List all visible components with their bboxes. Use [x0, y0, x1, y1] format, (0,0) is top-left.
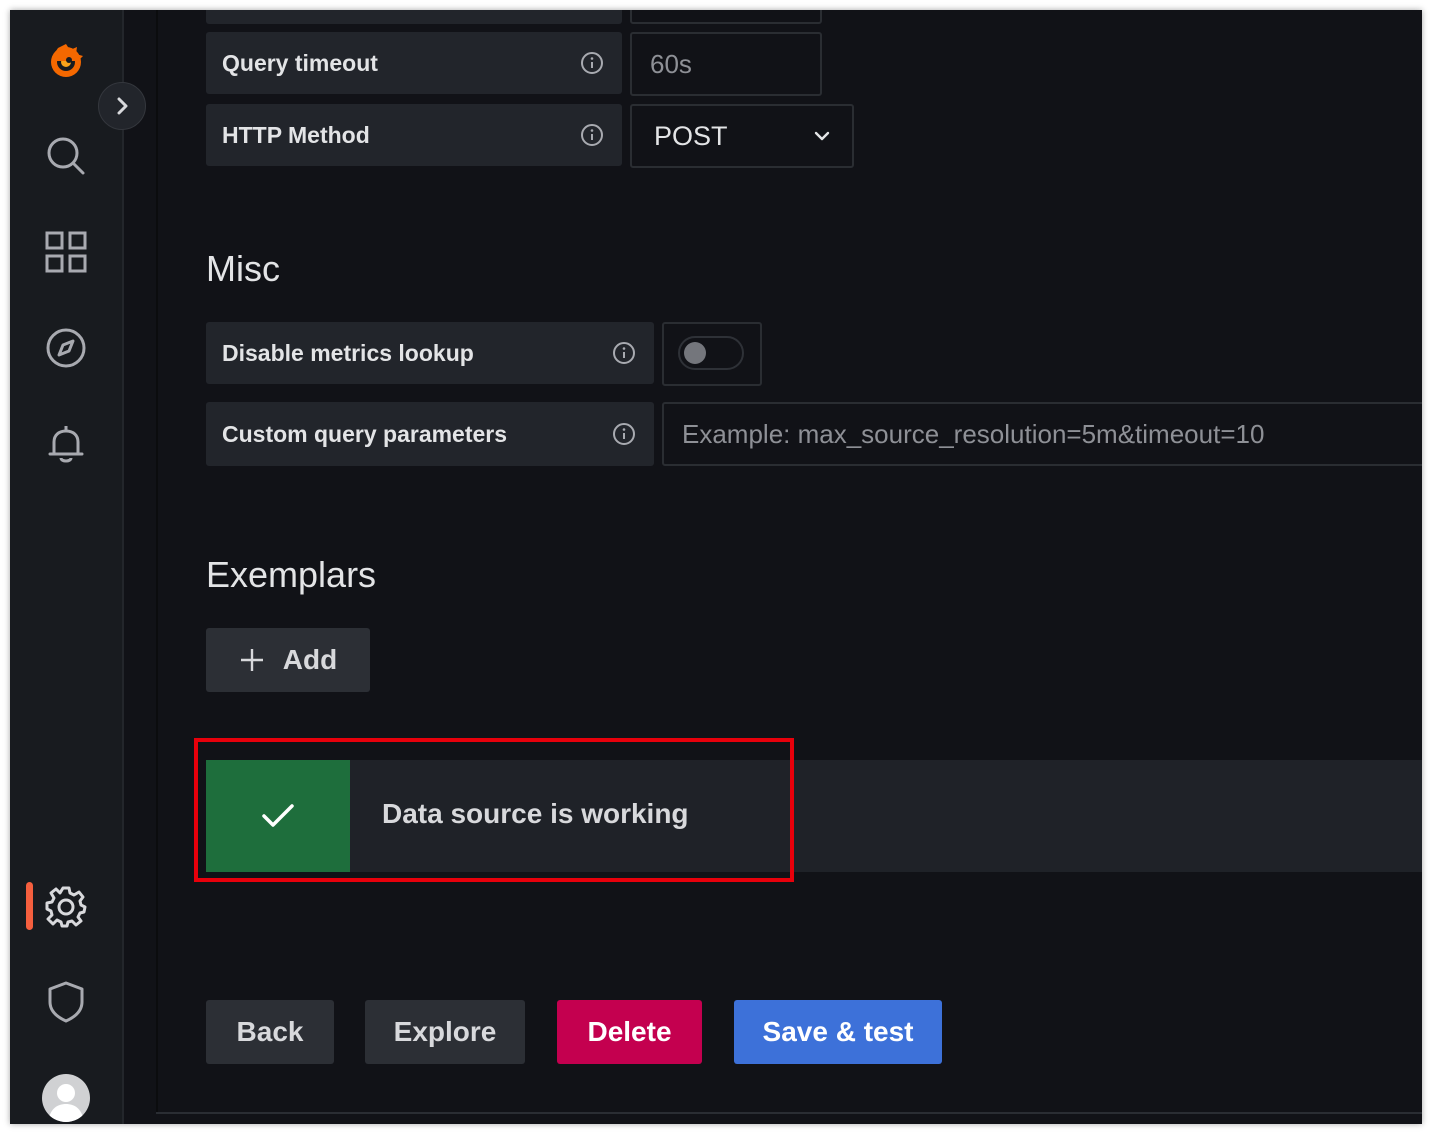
query-timeout-placeholder: 60s — [650, 48, 692, 79]
info-icon[interactable] — [612, 341, 636, 365]
server-admin-shield-icon[interactable] — [42, 978, 90, 1026]
info-icon[interactable] — [580, 123, 604, 147]
active-nav-indicator — [26, 882, 33, 930]
disable-metrics-lookup-label-text: Disable metrics lookup — [222, 339, 474, 366]
http-method-value: POST — [654, 120, 728, 151]
query-timeout-input[interactable]: 60s — [630, 32, 822, 96]
previous-field-input[interactable] — [630, 10, 822, 24]
dashboards-grid-icon[interactable] — [42, 228, 90, 276]
custom-query-parameters-placeholder: Example: max_source_resolution=5m&timeou… — [682, 418, 1265, 449]
search-icon[interactable] — [42, 132, 90, 180]
disable-metrics-lookup-label: Disable metrics lookup — [206, 322, 654, 384]
add-exemplar-button[interactable]: Add — [206, 628, 370, 692]
explore-compass-icon[interactable] — [42, 324, 90, 372]
chevron-down-icon — [814, 131, 830, 141]
annotation-highlight-box — [194, 738, 794, 882]
chevron-right-icon — [117, 97, 128, 115]
disable-metrics-lookup-toggle[interactable] — [678, 336, 744, 370]
custom-query-parameters-input[interactable]: Example: max_source_resolution=5m&timeou… — [662, 402, 1422, 466]
exemplars-section-title: Exemplars — [206, 554, 377, 595]
query-timeout-label-text: Query timeout — [222, 49, 378, 76]
query-timeout-label: Query timeout — [206, 32, 622, 94]
custom-query-parameters-label: Custom query parameters — [206, 402, 654, 466]
configuration-gear-icon[interactable] — [42, 882, 90, 930]
info-icon[interactable] — [612, 422, 636, 446]
app-window: Query timeout 60s HTTP Method POST Misc … — [10, 10, 1422, 1124]
back-button[interactable]: Back — [206, 1000, 334, 1064]
add-exemplar-label: Add — [282, 644, 338, 675]
delete-button[interactable]: Delete — [557, 1000, 702, 1064]
alerting-bell-icon[interactable] — [42, 420, 90, 468]
user-avatar-icon[interactable] — [42, 1074, 90, 1122]
plus-icon — [240, 649, 263, 671]
toggle-knob — [684, 342, 706, 364]
misc-section-title: Misc — [206, 248, 280, 289]
save-and-test-button[interactable]: Save & test — [734, 1000, 942, 1064]
grafana-logo-icon[interactable] — [42, 36, 90, 84]
previous-field-label — [206, 10, 622, 24]
content-border — [156, 10, 158, 1114]
sidebar-expand-button[interactable] — [98, 82, 146, 130]
explore-button[interactable]: Explore — [365, 1000, 525, 1064]
http-method-label-text: HTTP Method — [222, 121, 370, 148]
http-method-label: HTTP Method — [206, 104, 622, 166]
content-bottom-border — [156, 1112, 1422, 1114]
sidebar-nav — [10, 10, 124, 1124]
http-method-select[interactable]: POST — [630, 104, 854, 168]
info-icon[interactable] — [580, 51, 604, 75]
custom-query-parameters-label-text: Custom query parameters — [222, 420, 508, 447]
